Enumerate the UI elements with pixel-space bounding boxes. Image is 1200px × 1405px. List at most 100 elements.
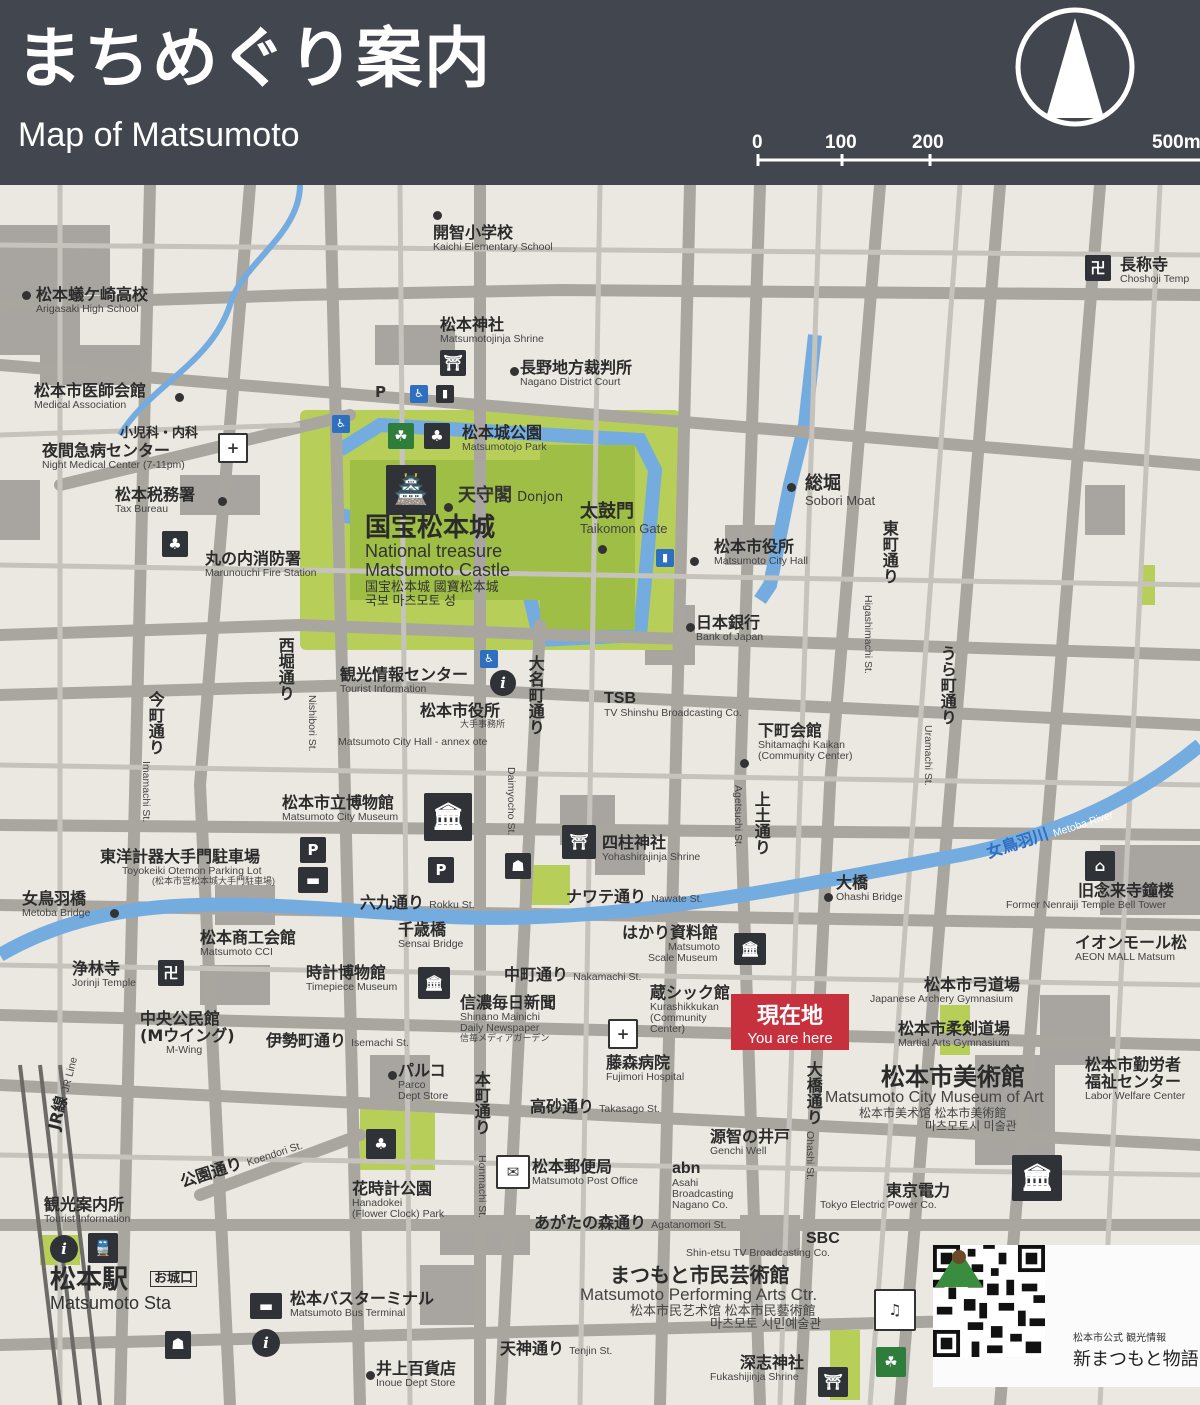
taikomon-ja: 太鼓門 bbox=[580, 501, 634, 522]
street-nawate: ナワテ通り Nawate St. bbox=[566, 888, 703, 906]
label-donjon[interactable]: 天守閣 Donjon bbox=[458, 486, 563, 506]
label-city-hall[interactable]: 松本市役所 Matsumoto City Hall bbox=[714, 538, 808, 567]
label-parco[interactable]: パルコ Parco Dept Store bbox=[398, 1062, 448, 1102]
museum-ja: 松本市立博物館 bbox=[282, 793, 395, 812]
label-cci[interactable]: 松本商工会館 Matsumoto CCI bbox=[200, 929, 296, 958]
station-info-ja: 観光案内所 bbox=[44, 1195, 125, 1214]
label-bus-terminal[interactable]: 松本バスターミナル Matsumoto Bus Terminal bbox=[290, 1289, 435, 1319]
label-timepiece-museum[interactable]: 時計博物館 Timepiece Museum bbox=[306, 963, 398, 993]
label-metoba-bridge[interactable]: 女鳥羽橋 Metoba Bridge bbox=[22, 890, 90, 919]
art-museum-ja: 松本市美術館 bbox=[881, 1063, 1025, 1091]
label-city-museum[interactable]: 松本市立博物館 Matsumoto City Museum bbox=[282, 793, 398, 823]
fukashi-en: Fukashijinja Shrine bbox=[710, 1370, 799, 1383]
label-kaichi-school[interactable]: 開智小学校 Kaichi Elementary School bbox=[433, 224, 553, 253]
label-bank-of-japan[interactable]: 日本銀行 Bank of Japan bbox=[696, 613, 763, 643]
label-district-court[interactable]: 長野地方裁判所 Nagano District Court bbox=[520, 359, 632, 388]
label-city-hall-annex[interactable]: 松本市役所 大手事務所 bbox=[420, 702, 505, 729]
label-station-tourist-info[interactable]: 観光案内所 Tourist Information bbox=[44, 1195, 130, 1225]
ohashi-st-ja: 大橋通り bbox=[803, 1061, 823, 1125]
label-matsumoto-jinja[interactable]: 松本神社 Matsumotojinja Shrine bbox=[440, 316, 544, 345]
uramachi-ja: うら町通り bbox=[937, 645, 957, 725]
fujimori-en: Fujimori Hospital bbox=[606, 1070, 685, 1083]
label-ohashi-bridge[interactable]: 大橋 Ohashi Bridge bbox=[836, 874, 903, 903]
sensai-en: Sensai Bridge bbox=[398, 937, 464, 950]
north-arrow-icon bbox=[1015, 7, 1135, 127]
label-nenraiji[interactable]: 旧念来寺鐘楼 Former Nenraiji Temple Bell Tower bbox=[1006, 882, 1174, 911]
label-inoue-dept[interactable]: 井上百貨店 Inoue Dept Store bbox=[376, 1360, 456, 1389]
toilet-icon: ▮ bbox=[436, 385, 454, 403]
label-martial-arts[interactable]: 松本市柔剣道場 Martial Arts Gymnasium bbox=[898, 1020, 1010, 1049]
label-annex-en: Matsumoto City Hall - annex ote bbox=[338, 736, 487, 748]
label-matsumoto-castle[interactable]: 国宝松本城 National treasure Matsumoto Castle… bbox=[365, 514, 510, 608]
bus-icon: ▬ bbox=[250, 1293, 282, 1319]
label-sbc[interactable]: SBC Shin-etsu TV Broadcasting Co. bbox=[686, 1230, 840, 1259]
shitamachi-ja: 下町会館 bbox=[758, 721, 823, 740]
label-fukashi-shrine[interactable]: 深志神社 Fukashijinja Shrine bbox=[710, 1353, 805, 1383]
bus-ja: 松本バスターミナル bbox=[290, 1289, 435, 1308]
accessible-icon: ♿ bbox=[332, 415, 350, 433]
label-scale-museum[interactable]: はかり資料館 Matsumoto Scale Museum bbox=[622, 924, 720, 964]
theater-icon: ♫ bbox=[874, 1289, 916, 1331]
label-jorinji[interactable]: 浄林寺 Jorinji Temple bbox=[72, 960, 136, 989]
timepiece-en: Timepiece Museum bbox=[306, 980, 398, 993]
street-nakamachi: 中町通り Nakamachi St. bbox=[504, 966, 642, 984]
taikomon-dot bbox=[598, 545, 607, 554]
label-night-medical-center[interactable]: 夜間急病センター Night Medical Center (7-11pm) bbox=[42, 442, 185, 471]
street-imamachi-en: Imamachi St. bbox=[140, 761, 152, 822]
accessible-icon: ♿ bbox=[480, 650, 498, 668]
label-performing-arts[interactable]: まつもと市民芸術館 Matsumoto Performing Arts Ctr.… bbox=[580, 1265, 821, 1331]
label-medical-association[interactable]: 松本市医師会館 Medical Association bbox=[34, 382, 146, 411]
label-hanadokei-park[interactable]: 花時計公園 Hanadokei (Flower Clock) Park bbox=[352, 1179, 444, 1220]
label-labor-welfare[interactable]: 松本市勤労者 福祉センター Labor Welfare Center bbox=[1085, 1056, 1185, 1102]
imamachi-ja: 今町通り bbox=[145, 691, 165, 755]
boj-ja: 日本銀行 bbox=[696, 613, 761, 632]
label-aeon-mall[interactable]: イオンモール松 AEON MALL Matsum bbox=[1075, 934, 1187, 963]
label-fire-station[interactable]: 丸の内消防署 Marunouchi Fire Station bbox=[205, 550, 316, 579]
castle-alt2: 국보 마츠모토 성 bbox=[365, 592, 456, 608]
label-tourist-info[interactable]: 観光情報センター Tourist Information bbox=[340, 666, 468, 695]
label-genchi-well[interactable]: 源智の井戸 Genchi Well bbox=[710, 1128, 790, 1157]
label-castle-park[interactable]: 松本城公園 Matsumotojo Park bbox=[462, 424, 547, 453]
label-fujimori-hospital[interactable]: 藤森病院 Fujimori Hospital bbox=[606, 1054, 685, 1083]
label-chuo-kominkan[interactable]: 中央公民館 (Mウイング) M-Wing bbox=[140, 1010, 235, 1056]
label-sensai-bridge[interactable]: 千歳橋 Sensai Bridge bbox=[398, 921, 464, 950]
train-icon: 🚆 bbox=[88, 1233, 118, 1263]
sbc-en: Shin-etsu TV Broadcasting Co. bbox=[686, 1246, 830, 1259]
label-art-museum[interactable]: 松本市美術館 Matsumoto City Museum of Art 松本市美… bbox=[825, 1063, 1044, 1132]
shrine-icon: ⛩ bbox=[562, 825, 596, 859]
label-post-office[interactable]: 松本郵便局 Matsumoto Post Office bbox=[532, 1158, 638, 1187]
label-toyokeiki-parking[interactable]: 東洋計器大手門駐車場 Toyokeiki Otemon Parking Lot … bbox=[100, 848, 275, 886]
label-shinano-mainichi[interactable]: 信濃毎日新聞 Shinano Mainichi Daily Newspaper … bbox=[460, 994, 556, 1043]
label-yohashira[interactable]: 四柱神社 Yohashirajinja Shrine bbox=[602, 834, 700, 863]
choshoji-ja: 長称寺 bbox=[1120, 255, 1169, 274]
label-abn[interactable]: abn Asahi Broadcasting Nagano Co. bbox=[672, 1160, 733, 1211]
label-shitamachi[interactable]: 下町会館 Shitamachi Kaikan (Community Center… bbox=[758, 721, 853, 762]
chuo-en: M-Wing bbox=[166, 1043, 203, 1056]
takasago-ja: 高砂通り bbox=[530, 1097, 595, 1116]
label-choshoji[interactable]: 長称寺 Choshoji Temp bbox=[1120, 255, 1189, 285]
abn-ja: abn bbox=[672, 1160, 701, 1177]
street-agetsuchi: 上土通り bbox=[752, 791, 771, 855]
hanadokei-ja: 花時計公園 bbox=[352, 1179, 433, 1198]
current-location-marker[interactable]: 現在地 You are here bbox=[731, 994, 849, 1050]
label-tokyo-electric[interactable]: 東京電力 Tokyo Electric Power Co. bbox=[820, 1182, 950, 1211]
label-taikomon[interactable]: 太鼓門 Taikomon Gate bbox=[580, 501, 667, 536]
label-sobori-moat[interactable]: 総堀 Sobori Moat bbox=[805, 474, 875, 508]
nawate-en: Nawate St. bbox=[651, 893, 703, 905]
street-nishibori: 西堀通り bbox=[276, 637, 295, 701]
map-area[interactable]: 開智小学校 Kaichi Elementary School 卍 長称寺 Cho… bbox=[0, 185, 1200, 1405]
label-archery[interactable]: 松本市弓道場 Japanese Archery Gymnasium bbox=[870, 976, 1020, 1005]
label-tax-bureau[interactable]: 松本税務署 Tax Bureau bbox=[115, 486, 195, 515]
genchi-en: Genchi Well bbox=[710, 1144, 767, 1157]
fukashi-ja: 深志神社 bbox=[740, 1353, 805, 1372]
label-tsb[interactable]: TSB TV Shinshu Broadcasting Co. bbox=[604, 690, 742, 719]
label-arigasaki[interactable]: 松本蟻ケ崎高校 Arigasaki High School bbox=[36, 286, 148, 315]
nakamachi-en: Nakamachi St. bbox=[573, 971, 642, 983]
toilet-icon: ▮ bbox=[656, 549, 674, 567]
qr-panel[interactable]: 松本市公式 観光情報 新まつもと物語 bbox=[933, 1245, 1200, 1387]
street-rokku: 六九通り Rokku St. bbox=[360, 894, 475, 912]
label-kurashikku[interactable]: 蔵シック館 Kurashikkukan (Community Center) bbox=[650, 984, 730, 1035]
isemachi-en: Isemachi St. bbox=[351, 1037, 409, 1049]
timepiece-ja: 時計博物館 bbox=[306, 963, 387, 982]
inoue-en: Inoue Dept Store bbox=[376, 1376, 456, 1389]
